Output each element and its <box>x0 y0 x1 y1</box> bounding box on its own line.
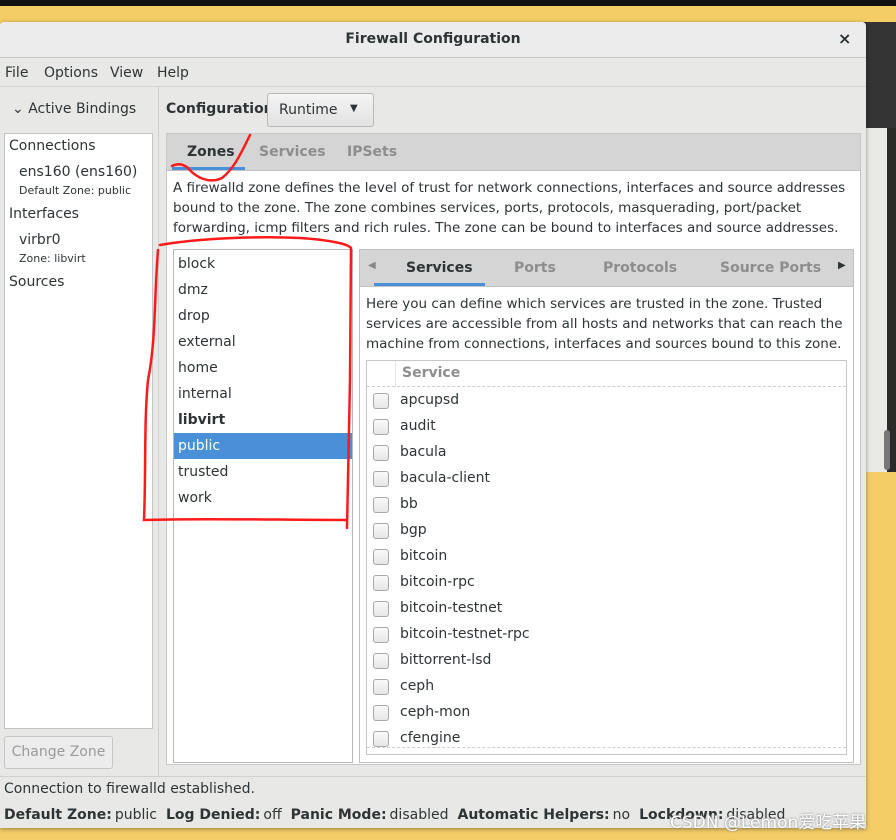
red-annotation <box>142 133 353 530</box>
